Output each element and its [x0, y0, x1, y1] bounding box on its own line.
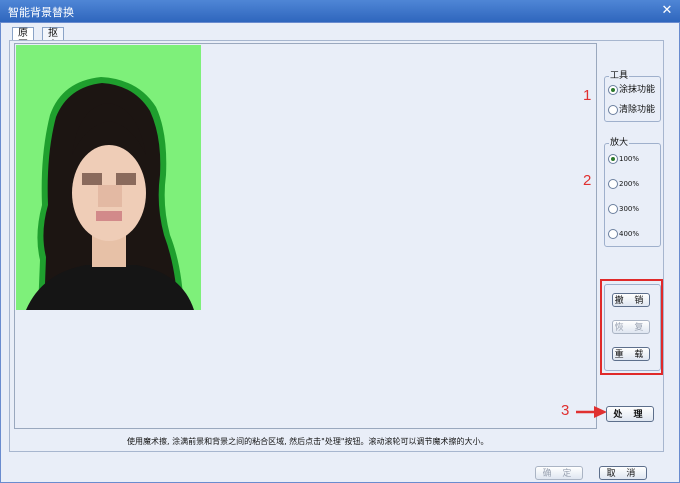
eye-block-left: [82, 173, 102, 185]
annotation-number-2: 2: [583, 172, 592, 189]
window-title: 智能背景替换: [8, 6, 74, 19]
radio-icon: [608, 179, 618, 189]
radio-smear-label: 涂抹功能: [619, 85, 656, 95]
radio-icon: [608, 204, 618, 214]
radio-icon: [608, 105, 618, 115]
title-bar: 智能背景替换 ✕: [0, 0, 680, 22]
zoom-100-label: 100%: [619, 155, 640, 163]
ok-button[interactable]: 确 定: [535, 466, 583, 480]
radio-zoom-100[interactable]: 100%: [608, 153, 639, 165]
undo-button[interactable]: 撤 销: [612, 293, 650, 307]
radio-icon: [608, 154, 618, 164]
hint-text: 使用魔术擦, 涂满前景和背景之间的粘合区域, 然后点击"处理"按钮。滚动滚轮可以…: [127, 437, 489, 446]
photo-image: [16, 45, 201, 310]
annotation-number-3: 3: [561, 402, 570, 419]
eye-block-center: [98, 185, 122, 207]
process-button[interactable]: 处 理: [606, 406, 654, 422]
tab-extracted[interactable]: 抠出后: [42, 27, 64, 63]
zoom-300-label: 300%: [619, 205, 640, 213]
mouth-block: [96, 211, 122, 221]
zoom-legend: 放大: [609, 137, 630, 149]
redo-button[interactable]: 恢 复: [612, 320, 650, 334]
tools-group: 工具 涂抹功能 清除功能: [604, 70, 661, 122]
radio-erase-label: 清除功能: [619, 105, 656, 115]
cancel-button[interactable]: 取 消: [599, 466, 647, 480]
reload-button[interactable]: 重 载: [612, 347, 650, 361]
radio-zoom-300[interactable]: 300%: [608, 203, 639, 215]
radio-erase[interactable]: 清除功能: [608, 104, 655, 116]
tab-original[interactable]: 原图: [12, 27, 34, 51]
radio-icon: [608, 85, 618, 95]
zoom-group: 放大 100% 200% 300% 400%: [604, 137, 661, 247]
radio-zoom-400[interactable]: 400%: [608, 228, 639, 240]
eye-block-right: [116, 173, 136, 185]
radio-smear[interactable]: 涂抹功能: [608, 84, 655, 96]
close-icon[interactable]: ✕: [658, 2, 676, 20]
red-arrow-icon: [576, 406, 607, 418]
zoom-400-label: 400%: [619, 230, 640, 238]
radio-icon: [608, 229, 618, 239]
tools-legend: 工具: [609, 70, 630, 82]
radio-zoom-200[interactable]: 200%: [608, 178, 639, 190]
zoom-200-label: 200%: [619, 180, 640, 188]
annotation-number-1: 1: [583, 87, 592, 104]
